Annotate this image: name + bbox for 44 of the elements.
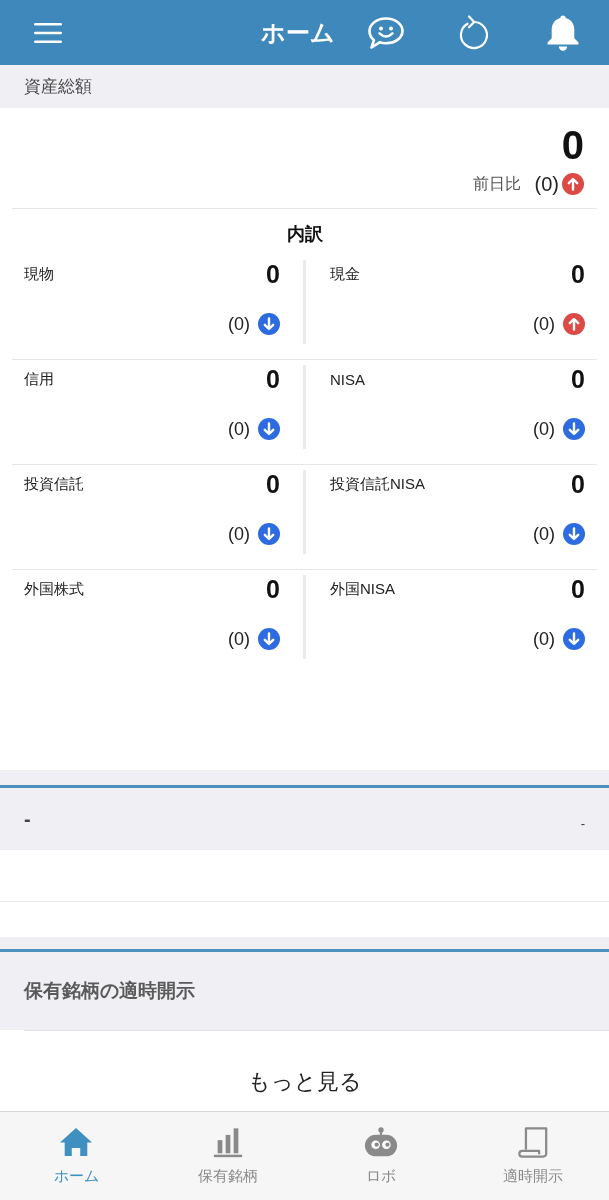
category-value: 0 [266, 259, 280, 289]
tab-item[interactable]: 適時開示 [456, 1112, 609, 1200]
more-link[interactable]: もっと見る [247, 1067, 362, 1097]
change-value: (0) [228, 313, 250, 335]
summary-label: - [24, 807, 31, 831]
category-value: 0 [571, 469, 585, 499]
document-icon [515, 1126, 550, 1158]
category-value: 0 [571, 574, 585, 604]
change-value: (0) [534, 172, 559, 196]
change-value: (0) [533, 523, 555, 545]
page-title: ホーム [261, 17, 335, 48]
category-label: 投資信託NISA [330, 474, 425, 494]
category-value: 0 [266, 364, 280, 394]
category-label: 現金 [330, 264, 360, 284]
change-value: (0) [533, 628, 555, 650]
robot-icon [363, 1126, 398, 1158]
tab-item[interactable]: ロボ [304, 1112, 457, 1200]
chat-bubble-icon[interactable] [367, 15, 405, 50]
tab-item[interactable]: ホーム [0, 1112, 153, 1200]
category-label: 外国NISA [330, 579, 395, 599]
menu-icon[interactable] [34, 22, 62, 43]
category-label: 信用 [24, 369, 54, 389]
total-assets-value: 0 [561, 124, 584, 166]
category-label: 現物 [24, 264, 54, 284]
category-label: NISA [330, 370, 365, 388]
category-label: 投資信託 [24, 474, 84, 494]
category-value: 0 [571, 364, 585, 394]
change-value: (0) [228, 628, 250, 650]
disclosure-title: 保有銘柄の適時開示 [24, 979, 195, 1003]
change-value: (0) [228, 418, 250, 440]
change-value: (0) [228, 523, 250, 545]
refresh-icon[interactable] [457, 13, 491, 52]
breakdown-title: 内訳 [286, 223, 323, 246]
summary-value: - [580, 815, 585, 831]
change-label: 前日比 [472, 173, 521, 194]
section-title: 資産総額 [24, 76, 92, 98]
tab-item[interactable]: 保有銘柄 [152, 1112, 305, 1200]
category-value: 0 [266, 469, 280, 499]
change-value: (0) [533, 313, 555, 335]
category-value: 0 [266, 574, 280, 604]
change-value: (0) [533, 418, 555, 440]
house-icon [59, 1126, 94, 1158]
category-label: 外国株式 [24, 579, 84, 599]
category-value: 0 [571, 259, 585, 289]
